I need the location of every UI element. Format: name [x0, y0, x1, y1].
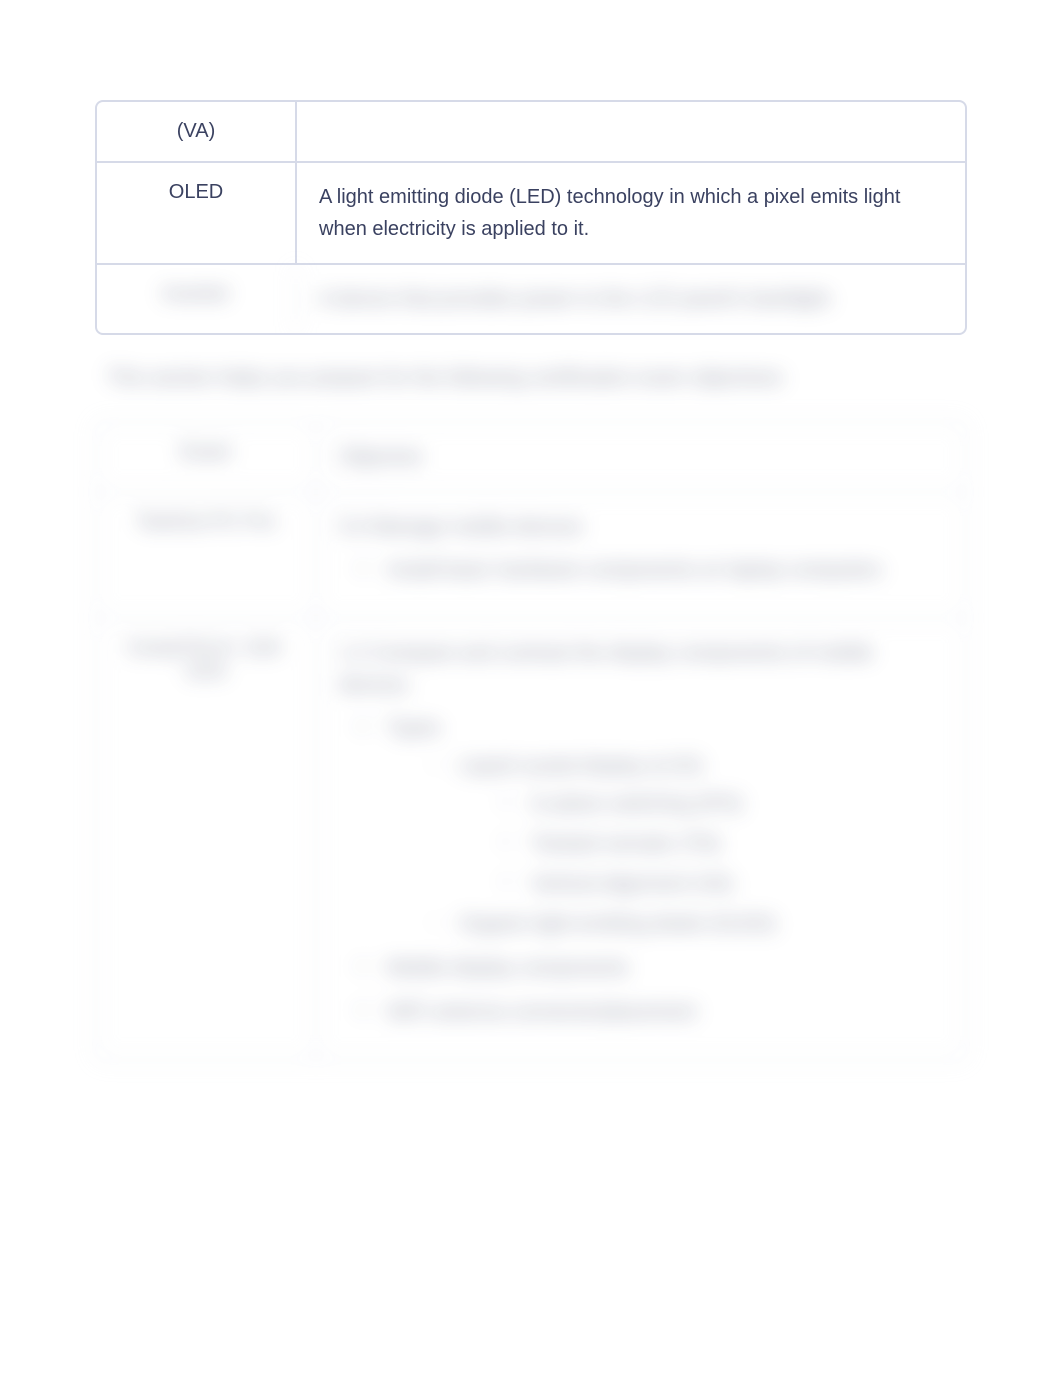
table-header: Exam Objective [97, 423, 965, 493]
term-cell: OLED [97, 163, 297, 263]
objective-cell: 5.0 Manage mobile devices Install basic … [317, 493, 965, 617]
list-item: Install basic hardware components on lap… [387, 555, 943, 585]
table-row: CompTIA A+ 220-1101 1.2 Compare and cont… [97, 619, 965, 1059]
section-intro: This section helps you prepare for the f… [107, 363, 967, 393]
objectives-table: Exam Objective TestOut PC Pro 5.0 Manage… [95, 421, 967, 1061]
table-row: (VA) [97, 102, 965, 163]
sub-label: Liquid crystal display (LCD) [459, 755, 702, 777]
bullet-label: Types [387, 717, 440, 739]
definitions-table: (VA) OLED A light emitting diode (LED) t… [95, 100, 967, 335]
objective-cell: 1.2 Compare and contrast the display com… [317, 619, 965, 1059]
sub-list: Liquid crystal display (LCD) In-plane sw… [387, 751, 943, 939]
table-row: OLED A light emitting diode (LED) techno… [97, 163, 965, 265]
definition-cell: A light emitting diode (LED) technology … [297, 163, 965, 263]
exam-cell: TestOut PC Pro [97, 493, 317, 617]
term-cell: Inverter [97, 265, 297, 333]
term-cell: (VA) [97, 102, 297, 161]
list-item: In-plane switching (IPS) [531, 789, 943, 819]
bullet-list: Install basic hardware components on lap… [339, 555, 943, 585]
list-item: Vertical alignment (VA) [531, 869, 943, 899]
definition-cell: A device that provides power to the LCD … [297, 265, 965, 333]
header-objective: Objective [317, 423, 965, 491]
list-item: Liquid crystal display (LCD) In-plane sw… [459, 751, 943, 899]
table-row: Inverter A device that provides power to… [97, 265, 965, 333]
deep-list: In-plane switching (IPS) Twisted nematic… [459, 789, 943, 899]
exam-cell: CompTIA A+ 220-1101 [97, 619, 317, 1059]
objective-heading: 1.2 Compare and contrast the display com… [339, 637, 943, 701]
list-item: Types Liquid crystal display (LCD) In-pl… [387, 713, 943, 939]
list-item: Mobile display components [387, 953, 943, 983]
list-item: Organic light-emitting diode (OLED) [459, 909, 943, 939]
list-item: WiFi antenna connector/placement [387, 997, 943, 1027]
table-row: TestOut PC Pro 5.0 Manage mobile devices… [97, 493, 965, 619]
objective-heading: 5.0 Manage mobile devices [339, 511, 943, 543]
definition-cell [297, 102, 965, 161]
header-exam: Exam [97, 423, 317, 491]
list-item: Twisted nematic (TN) [531, 829, 943, 859]
bullet-list: Types Liquid crystal display (LCD) In-pl… [339, 713, 943, 1027]
